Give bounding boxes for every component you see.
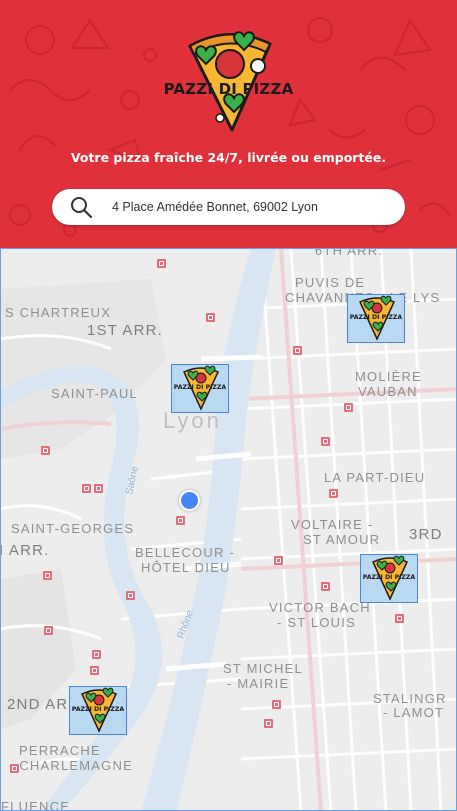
map-label-saint-georges: SAINT-GEORGES [11,521,135,536]
restaurant-marker-label: PAZZI DI PIZZA [173,384,227,391]
metro-station-icon [94,484,103,493]
map-label-city: Lyon [163,408,222,433]
restaurant-marker-label: PAZZI DI PIZZA [349,314,403,321]
brand-name: PAZZI DI PIZZA [163,80,294,98]
map-label-voltaire-2: ST AMOUR [303,532,381,547]
metro-station-icon [264,719,273,728]
metro-station-icon [126,591,135,600]
map-label-puvis-1: PUVIS DE [295,275,366,290]
restaurant-marker[interactable]: PAZZI DI PIZZA [69,686,127,735]
metro-station-icon [10,764,19,773]
address-search-input[interactable] [112,189,392,225]
restaurant-map[interactable]: 6TH ARR. S CHARTREUX 1ST ARR. PUVIS DE C… [0,248,457,811]
metro-station-icon [293,346,302,355]
restaurant-marker[interactable]: PAZZI DI PIZZA [360,554,418,603]
restaurant-marker-label: PAZZI DI PIZZA [71,706,125,713]
map-label-stalingrad-2: - LAMOT [383,705,445,720]
map-label-bellecour-2: HÔTEL DIEU [141,560,231,575]
search-icon[interactable] [69,195,93,219]
metro-station-icon [329,489,338,498]
map-label-chartreux: S CHARTREUX [5,305,112,320]
metro-station-icon [272,700,281,709]
map-label-st-michel-1: ST MICHEL [223,661,303,676]
user-location-dot [179,490,200,511]
tagline: Votre pizza fraîche 24/7, livrée ou empo… [70,150,387,165]
metro-station-icon [43,571,52,580]
map-label-moliere-1: MOLIÈRE [355,369,422,384]
metro-station-icon [321,437,330,446]
app-header: PAZZI DI PIZZA Votre pizza fraîche 24/7,… [0,0,457,248]
map-label-3rd-arr: 3RD [409,526,443,543]
metro-station-icon [344,403,353,412]
metro-station-icon [206,313,215,322]
map-label-6th-arr: 6TH ARR. [315,248,384,258]
restaurant-marker[interactable]: PAZZI DI PIZZA [347,294,405,343]
map-label-saint-paul: SAINT-PAUL [51,386,138,401]
map-label-5th-arr: I ARR. [0,542,50,559]
metro-station-icon [44,626,53,635]
map-label-stalingrad-1: STALINGR [373,691,447,706]
map-label-perrache-1: PERRACHE [19,743,101,758]
map-label-voltaire-1: VOLTAIRE - [291,517,374,532]
metro-station-icon [41,446,50,455]
address-search-bar[interactable] [52,189,405,225]
map-label-part-dieu: LA PART-DIEU [324,470,426,485]
restaurant-marker-label: PAZZI DI PIZZA [362,574,416,581]
metro-station-icon [395,614,404,623]
metro-station-icon [157,259,166,268]
metro-station-icon [274,556,283,565]
map-label-1st-arr: 1ST ARR. [87,322,164,339]
metro-station-icon [92,650,101,659]
map-label-bellecour-1: BELLECOUR - [135,545,235,560]
map-label-confluence: FLUENCE [1,799,71,811]
metro-station-icon [321,582,330,591]
metro-station-icon [176,516,185,525]
map-label-st-michel-2: - MAIRIE [227,676,290,691]
metro-station-icon [90,666,99,675]
map-label-2nd-arr: 2ND AR [7,696,69,713]
map-label-victor-1: VICTOR BACH [269,600,371,615]
map-label-victor-2: - ST LOUIS [277,615,356,630]
map-label-perrache-2: - CHARLEMAGNE [9,758,133,773]
metro-station-icon [82,484,91,493]
restaurant-marker[interactable]: PAZZI DI PIZZA [171,364,229,413]
map-label-moliere-2: VAUBAN [358,384,418,399]
